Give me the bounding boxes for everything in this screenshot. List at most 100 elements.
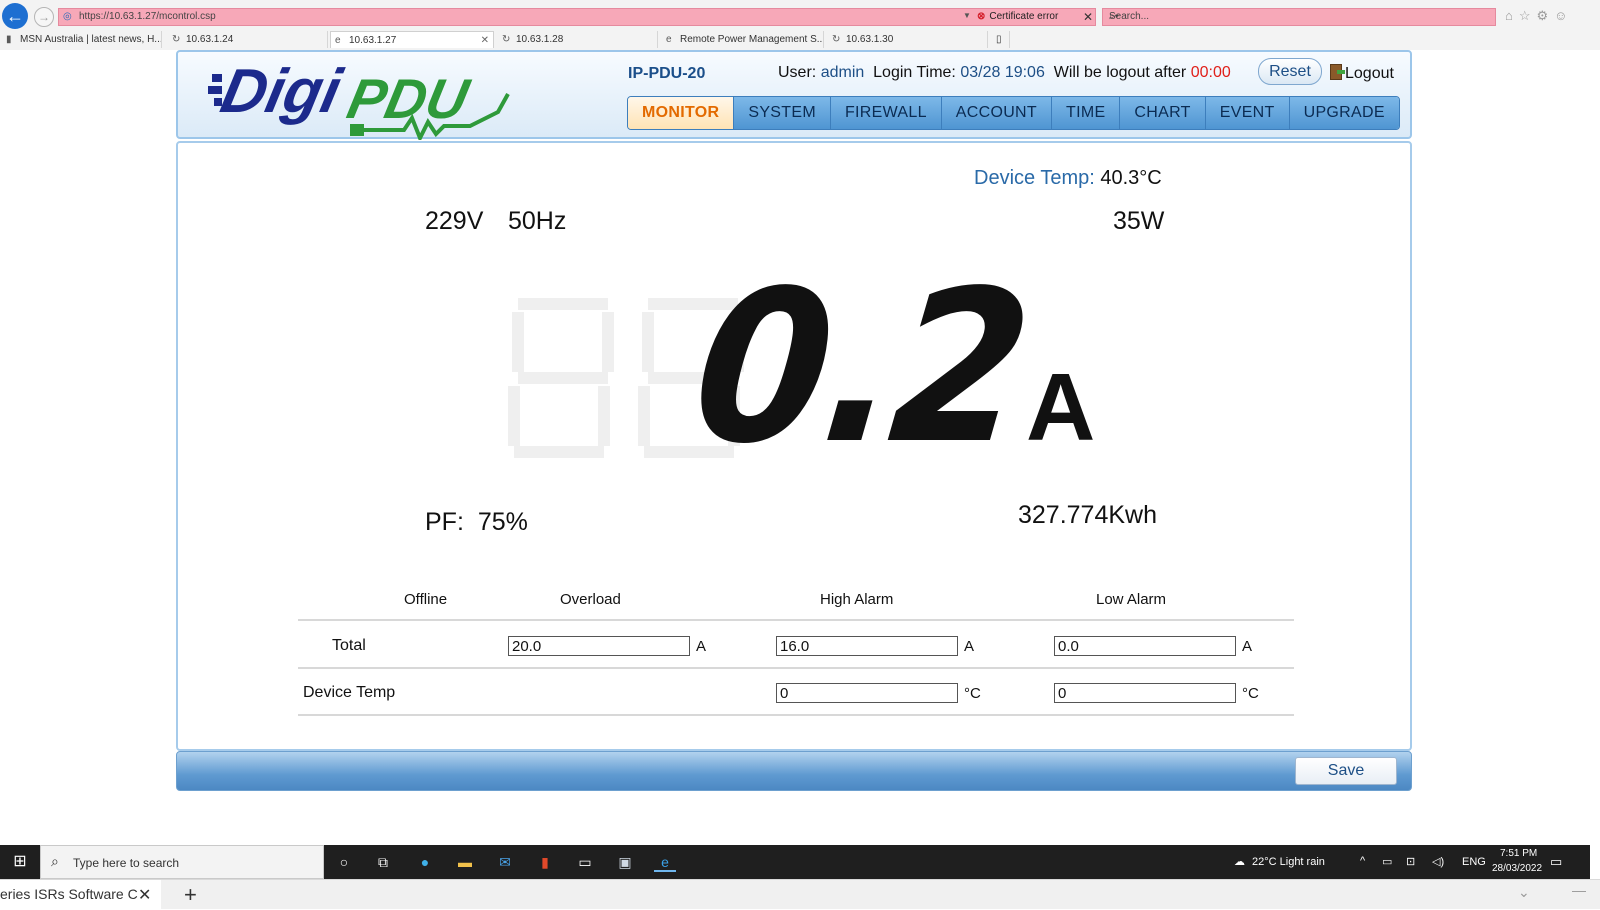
network-icon[interactable]: ⊡: [1406, 855, 1415, 868]
pf-label: PF:: [425, 508, 464, 536]
temp-high-alarm-input[interactable]: [776, 683, 958, 703]
user-label: User:: [778, 64, 817, 81]
chevron-down-icon[interactable]: ⌄: [1518, 884, 1530, 901]
gear-icon[interactable]: ⚙: [1537, 8, 1555, 23]
browser-tab[interactable]: ↻ 10.63.1.28: [498, 31, 658, 48]
search-icon: ⌕: [51, 853, 59, 869]
smiley-icon[interactable]: ☺: [1554, 8, 1573, 23]
browser-tab[interactable]: ↻ 10.63.1.30: [828, 31, 988, 48]
taskbar-search-input[interactable]: ⌕ Type here to search: [40, 845, 324, 879]
task-view-icon[interactable]: ⧉: [372, 852, 394, 872]
file-explorer-icon[interactable]: ▬: [454, 852, 476, 872]
tab-chart[interactable]: CHART: [1120, 97, 1206, 129]
unit-amps: A: [964, 638, 975, 655]
url-text[interactable]: https://10.63.1.27/mcontrol.csp: [79, 11, 216, 22]
taskbar-search-placeholder: Type here to search: [73, 856, 180, 870]
star-icon[interactable]: ☆: [1519, 8, 1537, 23]
outer-browser-tab[interactable]: eries ISRs Software C: [0, 880, 161, 910]
remote-desktop-icon[interactable]: ▣: [614, 852, 636, 872]
office-icon[interactable]: ▮: [534, 852, 556, 872]
chevron-down-icon[interactable]: ▼: [963, 11, 971, 20]
tab-upgrade[interactable]: UPGRADE: [1289, 97, 1399, 129]
terminal-icon[interactable]: ▭: [574, 852, 596, 872]
notification-icon[interactable]: ▭: [1550, 854, 1562, 870]
tab-label: 10.63.1.28: [516, 34, 564, 45]
column-header-overload: Overload: [560, 591, 621, 608]
logout-button[interactable]: Logout: [1330, 64, 1394, 83]
save-button[interactable]: Save: [1295, 757, 1397, 785]
close-icon[interactable]: ✕: [138, 885, 151, 905]
browser-search-input[interactable]: Search... ⌕▾: [1102, 8, 1496, 26]
new-tab-button[interactable]: ▯: [992, 31, 1010, 48]
session-info: User: admin Login Time: 03/28 19:06 Will…: [778, 64, 1231, 82]
language-indicator[interactable]: ENG: [1462, 856, 1486, 868]
new-tab-icon[interactable]: +: [184, 882, 197, 908]
reset-button[interactable]: Reset: [1258, 58, 1322, 85]
forward-arrow-icon[interactable]: →: [34, 7, 54, 27]
home-icon[interactable]: ⌂: [1505, 8, 1519, 23]
browser-tab[interactable]: ▮ MSN Australia | latest news, H...: [2, 31, 162, 48]
volume-icon[interactable]: ◁): [1432, 855, 1444, 868]
windows-start-icon[interactable]: ⊞: [0, 845, 40, 879]
ie-icon: e: [666, 34, 672, 45]
table-divider: [298, 619, 1294, 621]
svg-text:Digi: Digi: [215, 57, 348, 126]
device-temp-label: Device Temp:: [974, 167, 1095, 189]
tab-system[interactable]: SYSTEM: [734, 97, 831, 129]
clock-time[interactable]: 7:51 PM: [1500, 848, 1537, 859]
search-icon[interactable]: ⌕▾: [1109, 11, 1119, 22]
browser-tab-active[interactable]: e 10.63.1.27 ✕: [330, 31, 494, 48]
digipdu-logo: Digi PDU: [208, 57, 510, 140]
certificate-error-label: Certificate error: [989, 11, 1059, 22]
tab-time[interactable]: TIME: [1052, 97, 1121, 129]
weather-text[interactable]: 22°C Light rain: [1252, 856, 1325, 868]
main-nav: MONITOR SYSTEM FIREWALL ACCOUNT TIME CHA…: [627, 96, 1400, 130]
address-bar[interactable]: ◎ https://10.63.1.27/mcontrol.csp ▼ ⊗ Cer…: [58, 8, 1096, 26]
weather-icon[interactable]: ☁: [1234, 855, 1245, 868]
total-low-alarm-input[interactable]: [1054, 636, 1236, 656]
page-icon: ◎: [63, 11, 72, 22]
logout-countdown: 00:00: [1190, 64, 1231, 81]
tab-event[interactable]: EVENT: [1205, 97, 1290, 129]
total-high-alarm-input[interactable]: [776, 636, 958, 656]
pf-value: 75%: [477, 508, 528, 536]
mail-icon[interactable]: ✉: [494, 852, 516, 872]
battery-icon[interactable]: ▭: [1382, 855, 1392, 868]
frequency-reading: 50Hz: [508, 207, 567, 235]
total-overload-input[interactable]: [508, 636, 690, 656]
power-factor: PF: 75%: [425, 508, 528, 537]
voltage-reading: 229V: [425, 207, 484, 235]
tab-label: 10.63.1.27: [349, 35, 397, 46]
close-icon[interactable]: ✕: [1083, 10, 1093, 24]
edge-icon[interactable]: ●: [414, 852, 436, 872]
back-arrow-icon[interactable]: ←: [2, 3, 28, 29]
browser-tab[interactable]: ↻ 10.63.1.24: [168, 31, 328, 48]
browser-tab[interactable]: e Remote Power Management S...: [662, 31, 824, 48]
device-temperature: Device Temp: 40.3°C: [974, 167, 1162, 190]
temp-low-alarm-input[interactable]: [1054, 683, 1236, 703]
tab-label: MSN Australia | latest news, H...: [20, 34, 162, 45]
loading-icon: ↻: [832, 34, 841, 45]
clock-date[interactable]: 28/03/2022: [1492, 863, 1542, 874]
power-reading: 35W: [1113, 207, 1165, 235]
minimize-icon[interactable]: —: [1572, 882, 1586, 898]
tab-account[interactable]: ACCOUNT: [941, 97, 1052, 129]
chevron-up-icon[interactable]: ^: [1360, 855, 1365, 867]
logout-countdown-label: Will be logout after: [1053, 64, 1187, 81]
device-name: IP-PDU-20: [628, 65, 706, 82]
browser-toolbar-icons: ⌂☆⚙☺: [1505, 8, 1573, 24]
close-tab-icon[interactable]: ✕: [481, 32, 489, 48]
outer-tab-label: eries ISRs Software C: [0, 886, 138, 902]
certificate-error-button[interactable]: ⊗ Certificate error: [977, 11, 1058, 22]
column-header-offline: Offline: [404, 591, 448, 608]
column-header-high-alarm: High Alarm: [820, 591, 894, 608]
browser-chrome: ← → ◎ https://10.63.1.27/mcontrol.csp ▼ …: [0, 0, 1600, 50]
ie-icon: e: [335, 35, 341, 46]
tab-monitor[interactable]: MONITOR: [628, 97, 735, 129]
monitor-panel: Device Temp: 40.3°C 229V 50Hz 35W 0.2 A …: [176, 141, 1412, 751]
pdu-header: Digi PDU IP-PDU-20 User: admin Login Tim…: [176, 50, 1412, 140]
cortana-icon[interactable]: ○: [333, 852, 355, 872]
internet-explorer-icon[interactable]: e: [654, 852, 676, 872]
tab-firewall[interactable]: FIREWALL: [830, 97, 942, 129]
tab-label: 10.63.1.24: [186, 34, 234, 45]
